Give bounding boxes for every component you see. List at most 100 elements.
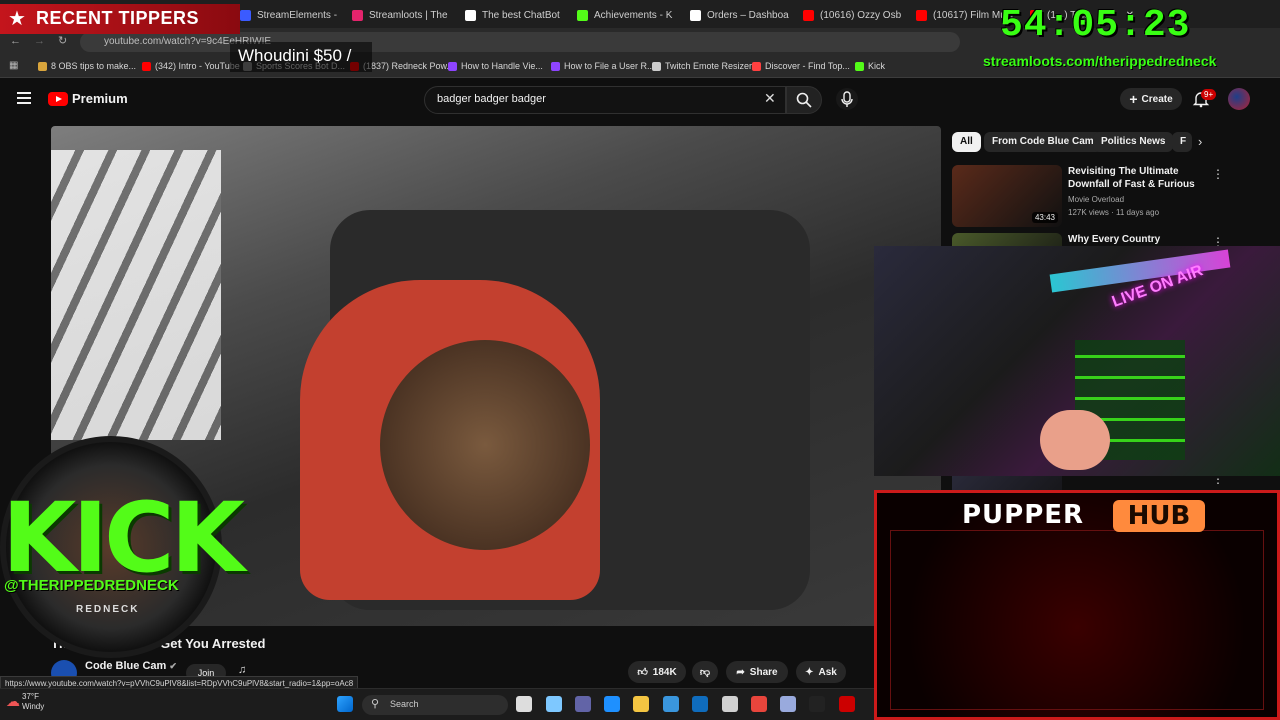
bookmark-label: Discover - Find Top... [765,61,850,71]
thumbs-up-icon: 👍︎ [637,667,648,678]
terminal-icon[interactable] [809,696,825,712]
obs-icon[interactable] [722,696,738,712]
bookmark-item[interactable]: 8 OBS tips to make... [38,61,136,71]
app-red-icon[interactable] [839,696,855,712]
mic-icon[interactable] [836,88,858,110]
browser-tab[interactable]: Orders – Dashboa✕ [690,4,794,26]
tab-close-icon[interactable]: ✕ [343,10,344,21]
bookmark-label: 8 OBS tips to make... [51,61,137,71]
share-icon: ➦ [736,666,745,678]
filter-chip[interactable]: Politics News [1093,132,1174,152]
tab-label: The best ChatBot [482,9,560,21]
recommendation-title[interactable]: Revisiting The Ultimate Downfall of Fast… [1068,165,1198,191]
bookmark-favicon-icon [752,61,761,71]
teams-icon[interactable] [575,696,591,712]
bookmark-favicon-icon [652,61,661,71]
recommendation-channel[interactable]: Movie Overload [1068,195,1124,204]
reload-icon[interactable]: ↻ [58,34,67,47]
recommendation-meta: 127K views · 11 days ago [1068,208,1160,217]
notify-bell-icon[interactable]: ♫ [238,664,246,676]
star-icon: ★ [8,8,26,30]
notification-count-badge: 9+ [1201,89,1217,100]
outlook-icon[interactable] [692,696,708,712]
copilot-icon[interactable] [546,696,562,712]
tip-ticker: Whoudini $50 / [230,42,372,72]
browser-tab[interactable]: The best ChatBot ✕ [465,4,569,26]
taskbar-search[interactable]: Search [362,695,508,715]
like-count: 184K [652,666,677,678]
tab-favicon-icon [916,9,927,21]
browser-tab[interactable]: Achievements - K ✕ [577,4,681,26]
like-button[interactable]: 👍︎ 184K [628,661,686,683]
youtube-logo[interactable]: Premium [48,91,128,106]
browser-tab[interactable]: StreamElements - ✕ [240,4,344,26]
bookmark-item[interactable]: Discover - Find Top... [752,61,850,71]
tab-label: Achievements - K [594,9,673,21]
ask-label: Ask [818,666,837,678]
youtube-play-icon [48,91,68,106]
file-explorer-icon[interactable] [516,696,532,712]
browser-tab[interactable]: (10616) Ozzy Osb✕ [803,4,907,26]
ask-button[interactable]: ✦ Ask [796,661,846,683]
share-button[interactable]: ➦ Share [726,661,788,683]
create-button[interactable]: + Create [1120,88,1182,110]
tab-close-icon[interactable]: ✕ [566,10,569,21]
back-icon[interactable]: ← [10,35,21,47]
recommendation-item[interactable]: 43:43 Revisiting The Ultimate Downfall of… [952,165,1272,229]
weather-widget[interactable]: 37°F Windy [22,692,44,712]
tab-favicon-icon [803,9,814,21]
filter-chip[interactable]: All [952,132,981,152]
kick-logo-text: KICK [2,482,245,594]
recent-tippers-title: RECENT TIPPERS [36,8,200,28]
tab-favicon-icon [352,9,363,21]
hub-badge: HUB [1113,500,1205,532]
thumbs-down-icon: 👎︎ [699,667,711,678]
store-icon[interactable] [663,696,679,712]
taskbar-search-icon: ⚲ [371,698,380,710]
bookmark-item[interactable]: Twitch Emote Resizer [652,61,752,71]
url-field[interactable]: youtube.com/watch?v=9c4EeHRIWIE [80,32,960,52]
filter-chip[interactable]: F [1172,132,1192,152]
search-input[interactable]: badger badger badger [424,86,786,114]
bookmark-item[interactable]: (342) Intro - YouTube [142,61,240,71]
bookmark-item[interactable]: How to Handle Vie... [448,61,543,71]
folder-icon[interactable] [633,696,649,712]
pupper-text: PUPPER [962,500,1085,530]
recommendation-thumbnail[interactable]: 43:43 [952,165,1062,227]
browser-tab[interactable]: Streamloots | The ✕ [352,4,456,26]
tab-close-icon[interactable]: ✕ [678,10,681,21]
account-avatar[interactable] [1228,88,1250,110]
apps-grid-icon[interactable]: ▦ [9,60,18,71]
app-icon[interactable] [780,696,796,712]
tab-favicon-icon [240,9,251,21]
tab-label: Streamloots | The [369,9,448,21]
edge-icon[interactable] [604,696,620,712]
forward-icon[interactable]: → [34,35,45,47]
tab-label: StreamElements - [257,9,338,21]
clear-search-icon[interactable]: ✕ [764,90,776,107]
chrome-icon[interactable] [751,696,767,712]
start-icon[interactable] [337,696,353,712]
bookmark-favicon-icon [142,61,151,71]
bookmark-item[interactable]: Kick [855,61,885,71]
tab-favicon-icon [577,9,588,21]
more-options-icon[interactable]: ⋮ [1212,167,1224,181]
tab-label: Orders – Dashboa [707,9,789,21]
dislike-button[interactable]: 👎︎ [692,661,718,683]
tab-favicon-icon [465,9,476,21]
bookmark-label: (342) Intro - YouTube [155,61,240,71]
create-label: Create [1141,93,1173,105]
subathon-timer: 54:05:23 [1000,4,1191,47]
menu-icon[interactable] [17,92,31,104]
filter-chip[interactable]: From Code Blue Cam [984,132,1102,152]
video-frame-window [51,150,221,440]
channel-name[interactable]: Code Blue Cam ✔ [85,660,177,672]
search-button[interactable] [786,86,822,114]
chevron-right-icon[interactable]: › [1198,134,1202,149]
bookmark-favicon-icon [448,61,457,71]
bookmark-item[interactable]: How to File a User R... [551,61,655,71]
kick-subtext: REDNECK [76,604,140,615]
weather-temp: 37°F [22,692,39,701]
tab-close-icon[interactable]: ✕ [454,10,456,21]
search-icon [796,92,812,108]
